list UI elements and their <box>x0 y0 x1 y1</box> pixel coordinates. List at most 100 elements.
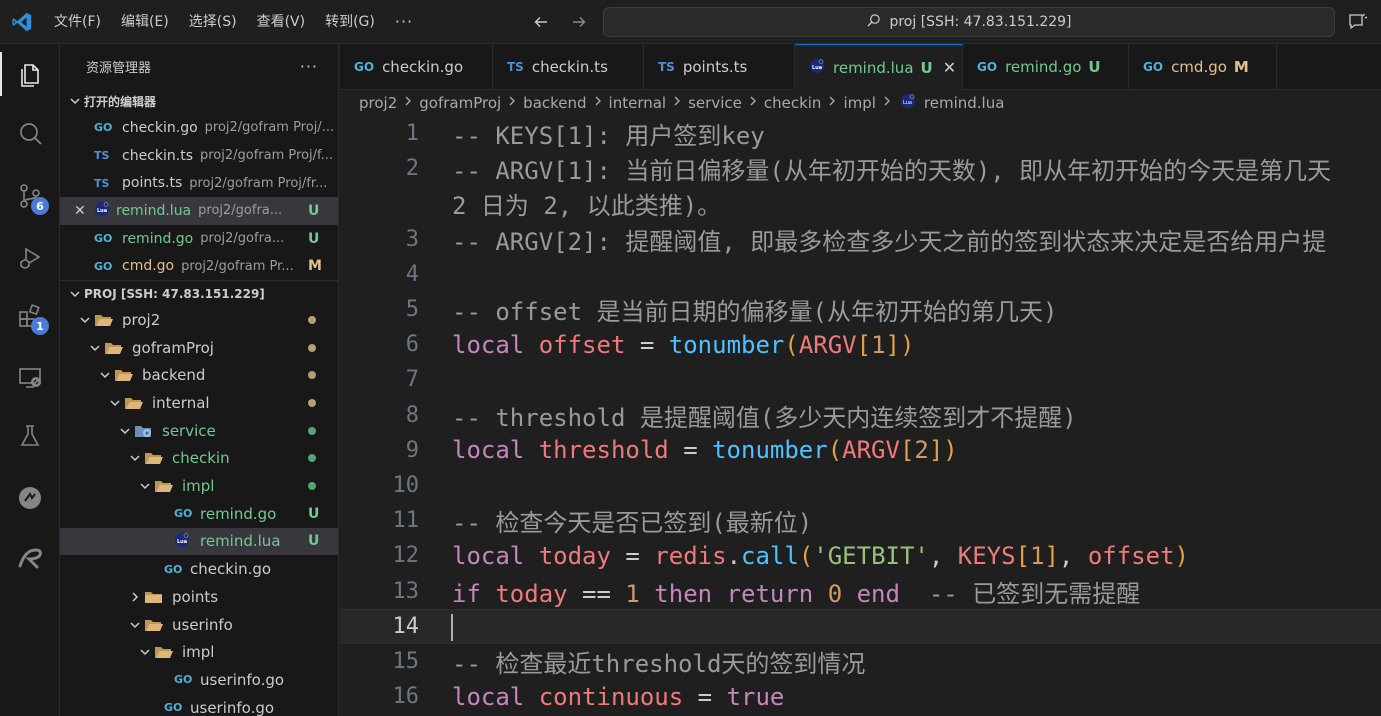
menu-go[interactable]: 转到(G) <box>315 8 385 36</box>
breadcrumb-item[interactable]: checkin <box>764 94 822 112</box>
search-icon[interactable] <box>0 106 60 162</box>
close-icon[interactable]: ✕ <box>943 58 956 77</box>
close-icon[interactable]: ✕ <box>74 203 94 219</box>
code-line[interactable]: 16 local continuous = true <box>340 679 1381 714</box>
chevron-down-icon[interactable] <box>86 338 104 358</box>
code-line[interactable]: 10 <box>340 468 1381 503</box>
tab-remind-go[interactable]: GO remind.go U <box>963 44 1129 90</box>
open-editor-item-active[interactable]: ✕ Lua remind.lua proj2/gofra... U <box>60 197 338 225</box>
tree-item-goframProj[interactable]: goframProj <box>60 334 338 362</box>
explorer-icon[interactable] <box>0 46 60 102</box>
back-arrow-icon[interactable] <box>528 8 554 36</box>
chevron-right-icon <box>748 95 758 111</box>
chevron-down-icon[interactable] <box>136 642 154 662</box>
menu-edit[interactable]: 编辑(E) <box>111 8 179 36</box>
forward-arrow-icon[interactable] <box>566 8 592 36</box>
code-line[interactable]: 5 -- offset 是当前日期的偏移量(从年初开始的第几天) <box>340 292 1381 327</box>
tree-item-label: impl <box>182 477 215 496</box>
open-editor-item[interactable]: GO checkin.go proj2/gofram Proj/... <box>60 114 338 142</box>
menu-file[interactable]: 文件(F) <box>44 8 111 36</box>
copilot-chat-icon[interactable] <box>1347 10 1381 34</box>
command-center-search[interactable]: proj [SSH: 47.83.151.229] <box>603 7 1335 37</box>
chevron-down-icon[interactable] <box>136 476 154 496</box>
open-editor-item[interactable]: GO cmd.go proj2/gofram Pr... M <box>60 252 338 280</box>
code-line[interactable]: 2 -- ARGV[1]: 当前日偏移量(从年初开始的天数), 即从年初开始的今天… <box>340 151 1381 186</box>
open-editor-item[interactable]: GO remind.go proj2/gofra... U <box>60 225 338 253</box>
tree-item-impl[interactable]: impl <box>60 472 338 500</box>
breadcrumb-item[interactable]: backend <box>523 94 586 112</box>
open-editors-header[interactable]: 打开的编辑器 <box>60 88 338 114</box>
explorer-more-button[interactable]: ··· <box>300 57 318 76</box>
menu-view[interactable]: 查看(V) <box>247 8 316 36</box>
breadcrumb-item[interactable]: remind.lua <box>924 94 1005 112</box>
git-status-badge: U <box>920 58 933 77</box>
menu-more-button[interactable]: ··· <box>385 12 423 31</box>
typescript-file-icon: TS <box>507 60 524 74</box>
breadcrumb-item[interactable]: internal <box>609 94 667 112</box>
extensions-icon[interactable]: 1 <box>0 288 60 344</box>
code-line[interactable]: 8 -- threshold 是提醒阈值(多少天内连续签到才不提醒) <box>340 398 1381 433</box>
code-line[interactable]: 6 local offset = tonumber(ARGV[1]) <box>340 327 1381 362</box>
tab-points-ts[interactable]: TS points.ts <box>644 44 795 90</box>
tab-checkin-ts[interactable]: TS checkin.ts <box>493 44 644 90</box>
code-line[interactable]: 15 -- 检查最近threshold天的签到情况 <box>340 644 1381 679</box>
tree-item-remind-go[interactable]: GO remind.go U <box>60 500 338 528</box>
tree-item-points[interactable]: points <box>60 583 338 611</box>
code-line[interactable]: 13 if today == 1 then return 0 end -- 已签到… <box>340 574 1381 609</box>
line-number: 8 <box>405 402 419 428</box>
breadcrumb-item[interactable]: impl <box>843 94 875 112</box>
code-line[interactable]: 11 -- 检查今天是否已签到(最新位) <box>340 503 1381 538</box>
code-line[interactable]: 9 local threshold = tonumber(ARGV[2]) <box>340 433 1381 468</box>
tree-item-checkin[interactable]: checkin <box>60 445 338 473</box>
project-header[interactable]: PROJ [SSH: 47.83.151.229] <box>60 280 338 306</box>
code-line[interactable]: 3 -- ARGV[2]: 提醒阈值, 即最多检查多少天之前的签到状态来决定是否给… <box>340 222 1381 257</box>
tab-cmd-go[interactable]: GO cmd.go M <box>1129 44 1277 90</box>
tree-item-impl[interactable]: impl <box>60 638 338 666</box>
tree-item-internal[interactable]: internal <box>60 389 338 417</box>
explorer-header: 资源管理器 ··· <box>60 44 338 88</box>
chevron-down-icon[interactable] <box>126 448 144 468</box>
breadcrumb-item[interactable]: proj2 <box>359 94 397 112</box>
tree-item-remind-lua[interactable]: Lua remind.lua U <box>60 527 338 556</box>
breadcrumb-item[interactable]: service <box>688 94 742 112</box>
breadcrumb-item[interactable]: goframProj <box>419 94 501 112</box>
code-editor[interactable]: 1 -- KEYS[1]: 用户签到key 2 -- ARGV[1]: 当前日偏移量(… <box>340 116 1381 716</box>
code-token: = <box>610 541 655 570</box>
run-debug-icon[interactable] <box>0 230 60 286</box>
code-token: , <box>928 541 958 570</box>
chevron-down-icon[interactable] <box>96 365 114 385</box>
remote-r-icon[interactable] <box>0 530 60 586</box>
tree-item-userinfo-go[interactable]: GO userinfo.go <box>60 694 338 716</box>
code-line[interactable]: 14 <box>340 608 1381 644</box>
tree-item-service[interactable]: service <box>60 417 338 445</box>
gitlens-icon[interactable] <box>0 470 60 526</box>
chevron-down-icon[interactable] <box>116 421 134 441</box>
source-control-icon[interactable]: 6 <box>0 168 60 224</box>
open-editor-item[interactable]: TS points.ts proj2/gofram Proj/fr... <box>60 169 338 197</box>
tab-checkin-go[interactable]: GO checkin.go <box>340 44 493 90</box>
chevron-right-icon[interactable] <box>126 587 144 607</box>
testing-icon[interactable] <box>0 408 60 464</box>
chevron-down-icon[interactable] <box>76 310 94 330</box>
menu-selection[interactable]: 选择(S) <box>179 8 247 36</box>
tree-item-label: service <box>162 421 216 440</box>
line-number: 6 <box>405 332 419 358</box>
code-line[interactable]: 2 日为 2, 以此类推)。 <box>340 186 1381 221</box>
remote-explorer-icon[interactable] <box>0 350 60 406</box>
tree-item-checkin-go[interactable]: GO checkin.go <box>60 555 338 583</box>
tree-item-userinfo-go[interactable]: GO userinfo.go <box>60 666 338 694</box>
code-line[interactable]: 12 local today = redis.call('GETBIT', KEY… <box>340 538 1381 573</box>
code-token: today <box>538 541 611 570</box>
open-editor-item[interactable]: TS checkin.ts proj2/gofram Proj/f... <box>60 142 338 170</box>
go-file-icon: GO <box>1143 60 1164 74</box>
tab-remind-lua[interactable]: Lua remind.lua U ✕ <box>795 44 963 90</box>
chevron-down-icon[interactable] <box>126 615 144 635</box>
tree-item-label: userinfo <box>172 615 233 634</box>
chevron-down-icon[interactable] <box>106 393 124 413</box>
tree-item-userinfo[interactable]: userinfo <box>60 611 338 639</box>
code-line[interactable]: 4 <box>340 257 1381 292</box>
tree-item-backend[interactable]: backend <box>60 362 338 390</box>
code-line[interactable]: 1 -- KEYS[1]: 用户签到key <box>340 116 1381 151</box>
tree-item-proj2[interactable]: proj2 <box>60 306 338 334</box>
code-line[interactable]: 7 <box>340 362 1381 397</box>
